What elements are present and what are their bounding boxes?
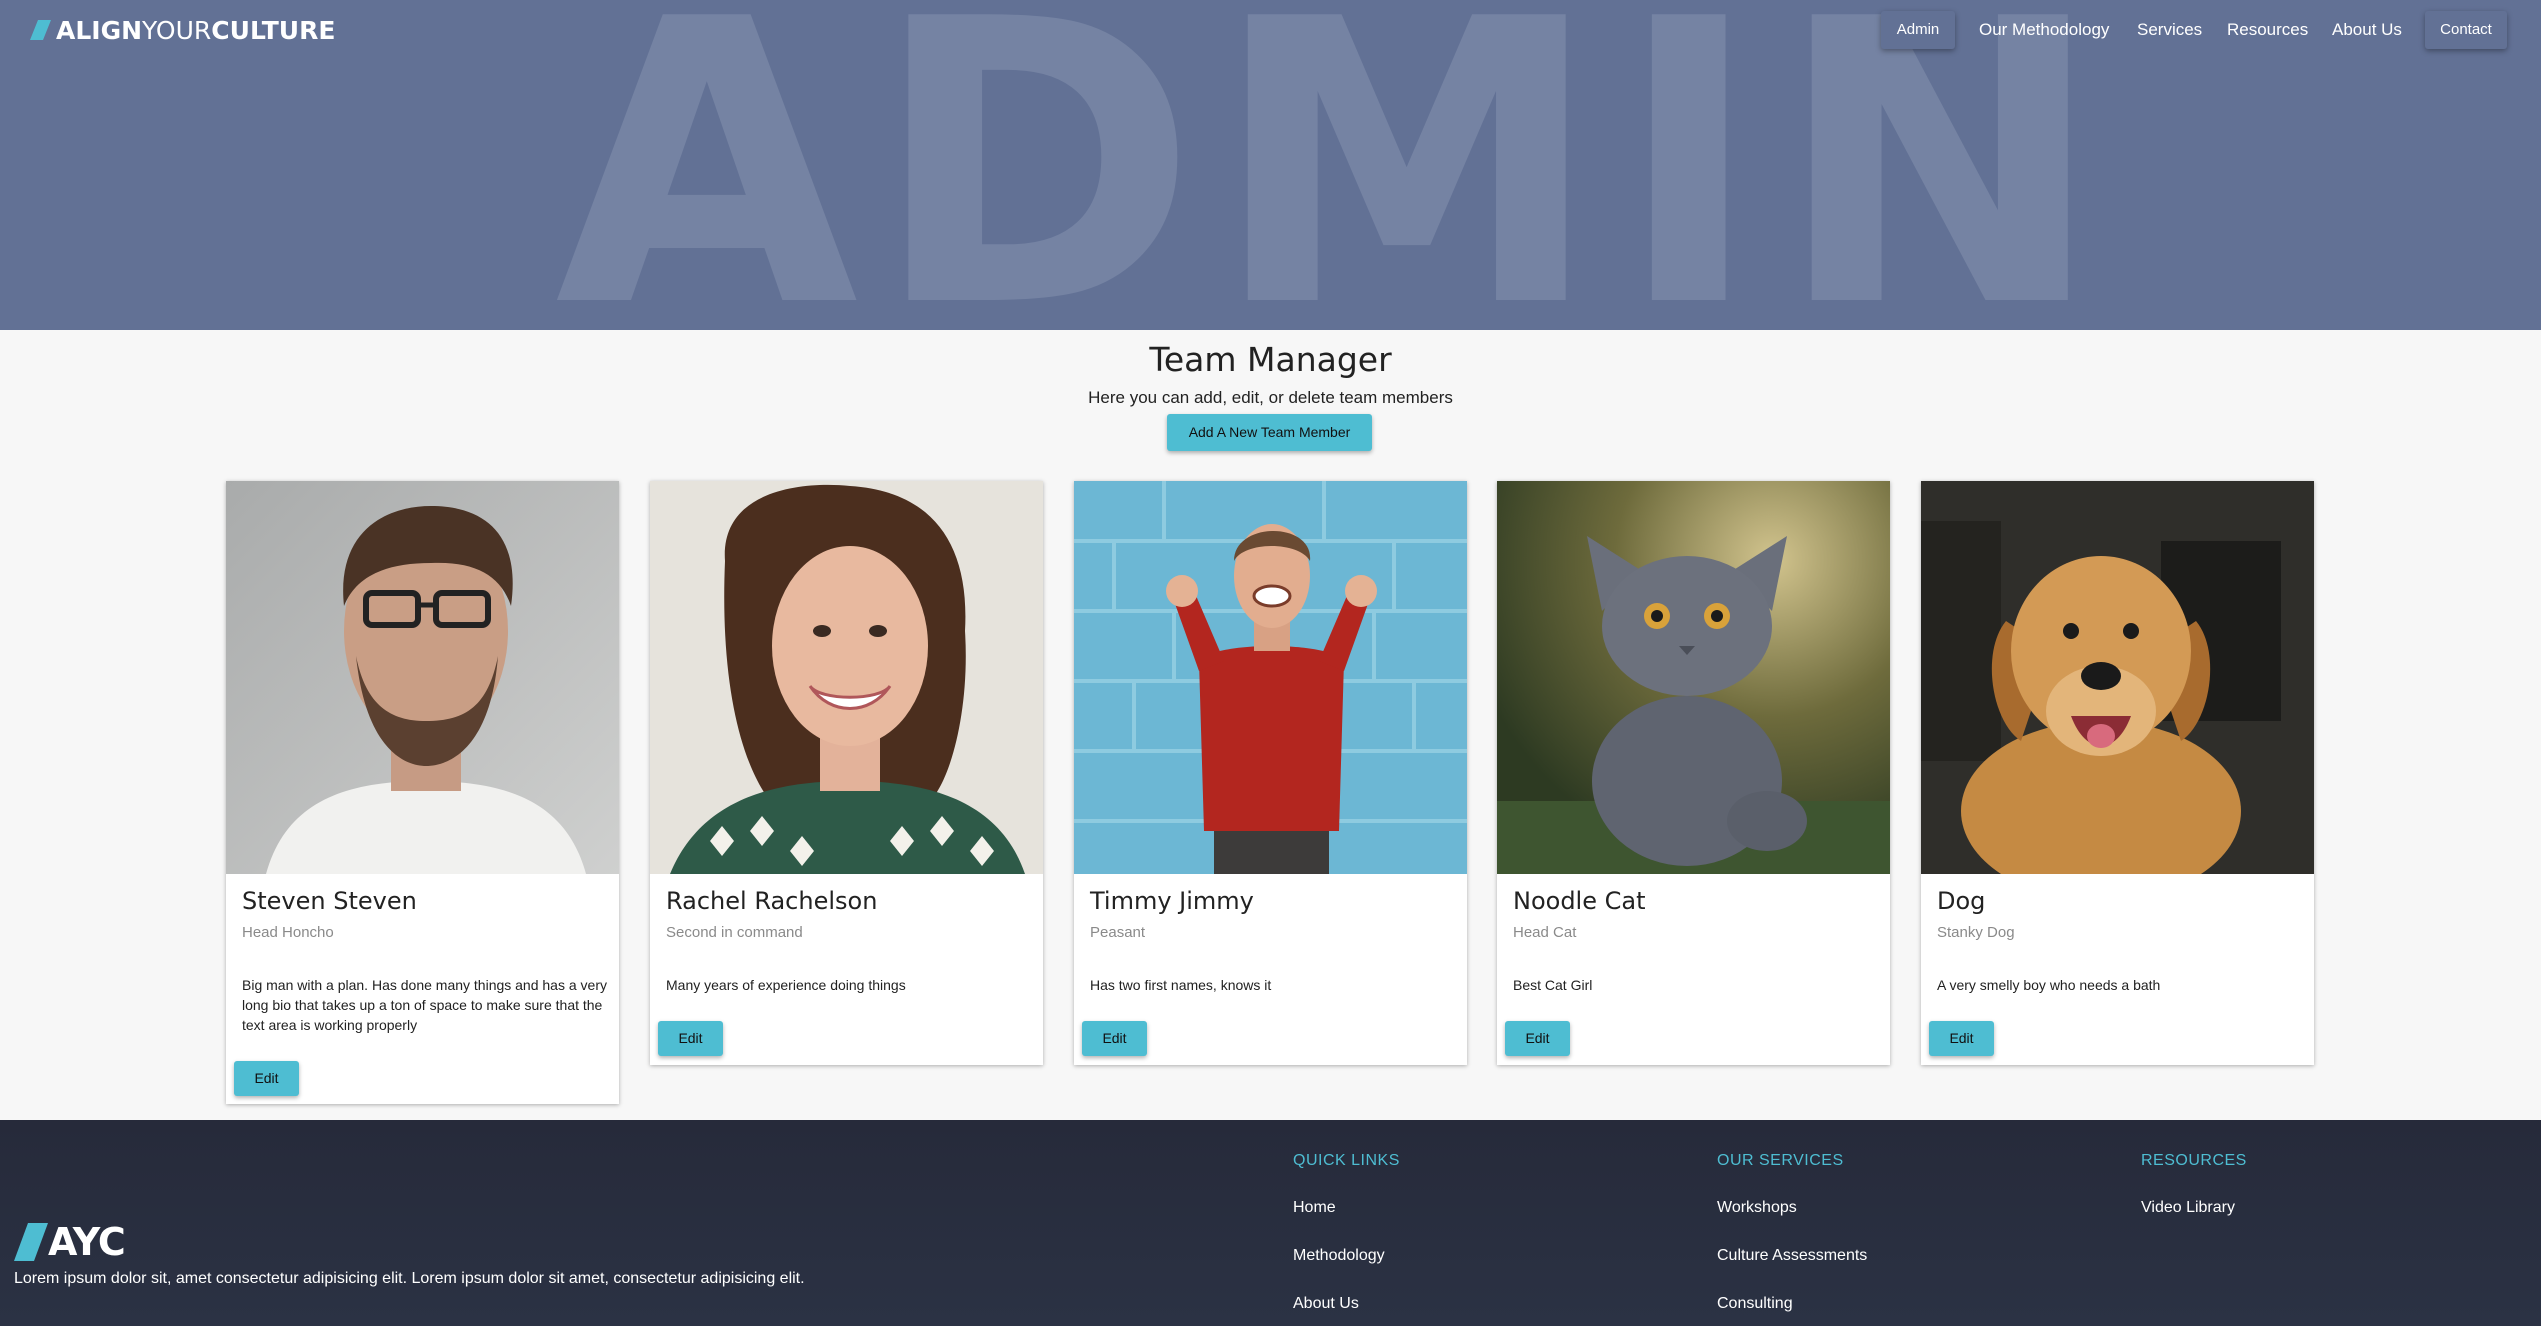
footer-link-video-library[interactable]: Video Library bbox=[2141, 1199, 2235, 1217]
team-member-card: Noodle Cat Head Cat Best Cat Girl Edit bbox=[1497, 481, 1890, 1065]
footer-link-about-us[interactable]: About Us bbox=[1293, 1295, 1359, 1313]
team-member-card: Rachel Rachelson Second in command Many … bbox=[650, 481, 1043, 1065]
footer-link-methodology[interactable]: Methodology bbox=[1293, 1247, 1385, 1265]
member-bio: A very smelly boy who needs a bath bbox=[1937, 977, 2161, 993]
member-bio: Best Cat Girl bbox=[1513, 977, 1593, 993]
footer-link-home[interactable]: Home bbox=[1293, 1199, 1336, 1217]
footer-link-culture-assessments[interactable]: Culture Assessments bbox=[1717, 1247, 1867, 1265]
member-name: Rachel Rachelson bbox=[666, 887, 878, 915]
hero-watermark: ADMIN bbox=[555, 0, 2118, 330]
team-member-card: Steven Steven Head Honcho Big man with a… bbox=[226, 481, 619, 1104]
quick-links-heading: QUICK LINKS bbox=[1293, 1152, 1400, 1169]
admin-hero: ADMIN ALIGN YOUR CULTURE Admin Our Methodo… bbox=[0, 0, 2541, 330]
member-bio: Has two first names, knows it bbox=[1090, 977, 1272, 993]
site-logo[interactable]: ALIGN YOUR CULTURE bbox=[30, 15, 336, 45]
footer-link-consulting[interactable]: Consulting bbox=[1717, 1295, 1793, 1313]
logo-slash-icon bbox=[14, 1223, 48, 1261]
member-role: Stanky Dog bbox=[1937, 924, 2015, 941]
edit-button[interactable]: Edit bbox=[1929, 1021, 1994, 1056]
page-subtitle: Here you can add, edit, or delete team m… bbox=[1088, 388, 1453, 407]
logo-culture: CULTURE bbox=[211, 15, 336, 45]
member-photo bbox=[1921, 481, 2314, 874]
member-role: Peasant bbox=[1090, 924, 1146, 941]
site-footer: AYC Lorem ipsum dolor sit, amet consecte… bbox=[0, 1120, 2541, 1326]
member-bio: Big man with a plan. Has done many thing… bbox=[242, 977, 607, 1033]
member-photo bbox=[1497, 481, 1890, 874]
logo-your: YOUR bbox=[142, 15, 212, 45]
services-heading: OUR SERVICES bbox=[1717, 1152, 1844, 1169]
member-name: Steven Steven bbox=[242, 887, 417, 915]
member-bio: Many years of experience doing things bbox=[666, 977, 906, 993]
edit-button[interactable]: Edit bbox=[1505, 1021, 1570, 1056]
nav-our-methodology[interactable]: Our Methodology bbox=[1979, 11, 2109, 49]
member-role: Head Honcho bbox=[242, 924, 334, 941]
member-name: Noodle Cat bbox=[1513, 887, 1646, 915]
nav-admin[interactable]: Admin bbox=[1881, 11, 1955, 49]
add-team-member-button[interactable]: Add A New Team Member bbox=[1167, 414, 1372, 451]
team-member-card: Dog Stanky Dog A very smelly boy who nee… bbox=[1921, 481, 2314, 1065]
resources-heading: RESOURCES bbox=[2141, 1152, 2247, 1169]
member-photo bbox=[226, 481, 619, 874]
footer-link-workshops[interactable]: Workshops bbox=[1717, 1199, 1797, 1217]
member-photo bbox=[650, 481, 1043, 874]
nav-services[interactable]: Services bbox=[2137, 11, 2202, 49]
member-photo bbox=[1074, 481, 1467, 874]
edit-button[interactable]: Edit bbox=[658, 1021, 723, 1056]
nav-about-us[interactable]: About Us bbox=[2332, 11, 2402, 49]
member-name: Dog bbox=[1937, 887, 1986, 915]
footer-logo[interactable]: AYC bbox=[14, 1220, 126, 1264]
edit-button[interactable]: Edit bbox=[234, 1061, 299, 1096]
edit-button[interactable]: Edit bbox=[1082, 1021, 1147, 1056]
logo-align: ALIGN bbox=[56, 15, 143, 45]
footer-tagline: Lorem ipsum dolor sit, amet consectetur … bbox=[14, 1270, 805, 1287]
member-role: Second in command bbox=[666, 924, 803, 941]
team-member-card: Timmy Jimmy Peasant Has two first names,… bbox=[1074, 481, 1467, 1065]
logo-slash-icon bbox=[30, 20, 51, 40]
footer-logo-text: AYC bbox=[48, 1220, 126, 1264]
page-title: Team Manager bbox=[1149, 340, 1392, 379]
nav-resources[interactable]: Resources bbox=[2227, 11, 2308, 49]
nav-contact[interactable]: Contact bbox=[2425, 11, 2507, 49]
member-role: Head Cat bbox=[1513, 924, 1577, 941]
member-name: Timmy Jimmy bbox=[1090, 887, 1254, 915]
